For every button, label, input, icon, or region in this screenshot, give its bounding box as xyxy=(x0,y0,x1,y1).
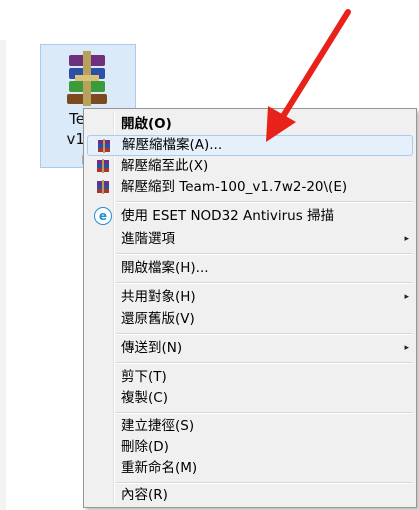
red-arrow-icon xyxy=(266,9,351,142)
